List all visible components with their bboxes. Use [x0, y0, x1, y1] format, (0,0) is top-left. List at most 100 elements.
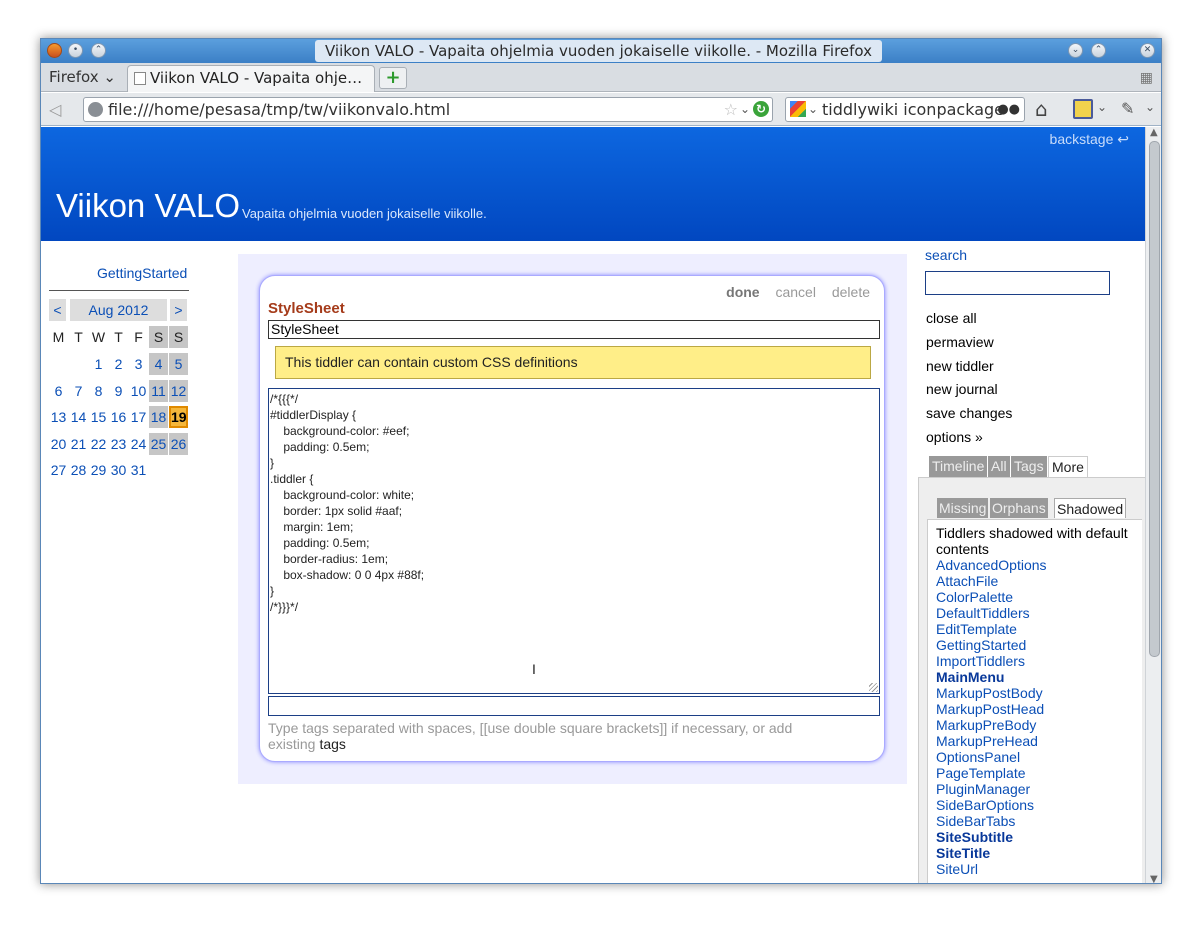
- tab-groups-icon[interactable]: ▦: [1140, 70, 1153, 86]
- calendar-month[interactable]: Aug 2012: [70, 299, 167, 321]
- new-tab-button[interactable]: +: [379, 67, 407, 89]
- shadowed-tiddler-link[interactable]: MarkupPreBody: [936, 717, 1142, 733]
- sidebar-option[interactable]: save changes: [926, 402, 1012, 426]
- sidebar-subtab[interactable]: Shadowed: [1054, 498, 1127, 518]
- reload-icon[interactable]: ↻: [753, 101, 769, 117]
- calendar-day[interactable]: 12: [169, 379, 188, 402]
- sidebar-option[interactable]: new journal: [926, 378, 1012, 402]
- tags-field[interactable]: [268, 696, 880, 716]
- calendar-day[interactable]: 5: [169, 353, 188, 375]
- delete-button[interactable]: delete: [832, 284, 870, 300]
- title-field[interactable]: StyleSheet: [268, 320, 880, 339]
- calendar-day[interactable]: 23: [109, 433, 128, 455]
- shadowed-tiddler-link[interactable]: AdvancedOptions: [936, 557, 1142, 573]
- calendar-day[interactable]: 14: [69, 406, 88, 428]
- calendar-day[interactable]: 28: [69, 459, 88, 481]
- shadowed-tiddler-link[interactable]: SiteSubtitle: [936, 829, 1142, 845]
- shadowed-tiddler-link[interactable]: AttachFile: [936, 573, 1142, 589]
- sidebar-search-input[interactable]: [925, 271, 1110, 295]
- keep-above-icon[interactable]: ⌃: [91, 43, 106, 58]
- back-icon[interactable]: ◁: [49, 100, 61, 119]
- calendar-day[interactable]: 17: [129, 406, 148, 428]
- calendar-day[interactable]: 3: [129, 353, 148, 375]
- calendar-next-button[interactable]: >: [170, 299, 187, 321]
- scroll-down-icon[interactable]: ▼: [1150, 874, 1158, 883]
- sidebar-tab[interactable]: More: [1048, 456, 1088, 477]
- calendar-day[interactable]: 16: [109, 406, 128, 428]
- firefox-logo-icon[interactable]: [47, 43, 62, 58]
- backstage-link[interactable]: backstage ↩: [1050, 131, 1129, 148]
- calendar-day[interactable]: 2: [109, 353, 128, 375]
- sidebar-option[interactable]: options »: [926, 426, 1012, 450]
- calendar-day[interactable]: 21: [69, 433, 88, 455]
- sidebar-tab[interactable]: All: [988, 456, 1010, 477]
- shadowed-tiddler-link[interactable]: GettingStarted: [936, 637, 1142, 653]
- done-button[interactable]: done: [726, 284, 759, 300]
- sidebar-subtab[interactable]: Orphans: [990, 498, 1048, 518]
- calendar-day[interactable]: 15: [89, 406, 108, 428]
- calendar-day[interactable]: 24: [129, 433, 148, 455]
- shadowed-tiddler-link[interactable]: PageTemplate: [936, 765, 1142, 781]
- calendar-day[interactable]: 9: [109, 380, 128, 402]
- calendar-day[interactable]: 7: [69, 380, 88, 402]
- eyedropper-icon[interactable]: ✎: [1121, 99, 1134, 118]
- main-menu-link[interactable]: GettingStarted: [97, 265, 187, 281]
- calendar-day[interactable]: 13: [49, 406, 68, 428]
- shadowed-tiddler-link[interactable]: SiteUrl: [936, 861, 1142, 877]
- tags-link[interactable]: tags: [319, 736, 345, 752]
- engine-dropdown-icon[interactable]: ⌄: [808, 98, 818, 121]
- calendar-prev-button[interactable]: <: [49, 299, 66, 321]
- shadowed-tiddler-link[interactable]: PluginManager: [936, 781, 1142, 797]
- shadowed-tiddler-link[interactable]: OptionsPanel: [936, 749, 1142, 765]
- calendar-day[interactable]: 30: [109, 459, 128, 481]
- tool-dropdown-icon[interactable]: ⌄: [1145, 100, 1155, 114]
- resize-grip-icon[interactable]: [869, 683, 878, 692]
- bookmarks-dropdown-icon[interactable]: ⌄: [1097, 100, 1107, 114]
- calendar-day[interactable]: 20: [49, 433, 68, 455]
- binoculars-icon[interactable]: ●●: [997, 98, 1020, 121]
- calendar-day[interactable]: 11: [149, 379, 168, 402]
- shadowed-tiddler-link[interactable]: DefaultTiddlers: [936, 605, 1142, 621]
- shadowed-tiddler-link[interactable]: SideBarOptions: [936, 797, 1142, 813]
- calendar-day[interactable]: 22: [89, 433, 108, 455]
- shadowed-tiddler-link[interactable]: MarkupPostBody: [936, 685, 1142, 701]
- scrollbar-thumb[interactable]: [1149, 141, 1160, 657]
- shadowed-tiddler-link[interactable]: EditTemplate: [936, 621, 1142, 637]
- cancel-button[interactable]: cancel: [775, 284, 815, 300]
- sidebar-tab[interactable]: Timeline: [929, 456, 988, 477]
- tab-active[interactable]: Viikon VALO - Vapaita ohje…: [127, 65, 375, 92]
- bookmark-star-icon[interactable]: ☆: [724, 98, 738, 121]
- sidebar-option[interactable]: close all: [926, 307, 1012, 331]
- firefox-menu-button[interactable]: Firefox ⌄: [49, 68, 116, 86]
- calendar-day[interactable]: 25: [149, 432, 168, 455]
- bookmarks-icon[interactable]: [1073, 99, 1093, 119]
- calendar-day[interactable]: 1: [89, 353, 108, 375]
- body-textarea[interactable]: /*{{{*/ #tiddlerDisplay { background-colo…: [268, 388, 880, 694]
- calendar-day[interactable]: 31: [129, 459, 148, 481]
- shadowed-tiddler-link[interactable]: SiteTitle: [936, 845, 1142, 861]
- vertical-scrollbar[interactable]: ▲ ▼: [1145, 127, 1161, 883]
- sidebar-subtab[interactable]: Missing: [937, 498, 989, 518]
- search-bar[interactable]: ⌄ tiddlywiki iconpackage ●●: [785, 97, 1025, 122]
- calendar-day[interactable]: 27: [49, 459, 68, 481]
- minimize-icon[interactable]: ⌄: [1068, 43, 1083, 58]
- calendar-day[interactable]: 4: [149, 353, 168, 375]
- url-bar[interactable]: file:///home/pesasa/tmp/tw/viikonvalo.ht…: [83, 97, 773, 122]
- calendar-day[interactable]: 8: [89, 380, 108, 402]
- shadowed-tiddler-link[interactable]: ColorPalette: [936, 589, 1142, 605]
- calendar-day[interactable]: 29: [89, 459, 108, 481]
- calendar-day[interactable]: 19: [169, 406, 188, 428]
- shadowed-tiddler-link[interactable]: MarkupPostHead: [936, 701, 1142, 717]
- calendar-day[interactable]: 18: [149, 406, 168, 428]
- shadowed-tiddler-link[interactable]: SideBarTabs: [936, 813, 1142, 829]
- shadowed-tiddler-link[interactable]: ImportTiddlers: [936, 653, 1142, 669]
- calendar-day[interactable]: 6: [49, 380, 68, 402]
- sidebar-option[interactable]: new tiddler: [926, 355, 1012, 379]
- scroll-up-icon[interactable]: ▲: [1150, 127, 1158, 138]
- sidebar-tab[interactable]: Tags: [1011, 456, 1047, 477]
- sidebar-option[interactable]: permaview: [926, 331, 1012, 355]
- url-dropdown-icon[interactable]: ⌄: [740, 98, 750, 121]
- maximize-icon[interactable]: ⌃: [1091, 43, 1106, 58]
- window-menu-icon[interactable]: •: [68, 43, 83, 58]
- home-icon[interactable]: ⌂: [1035, 97, 1048, 121]
